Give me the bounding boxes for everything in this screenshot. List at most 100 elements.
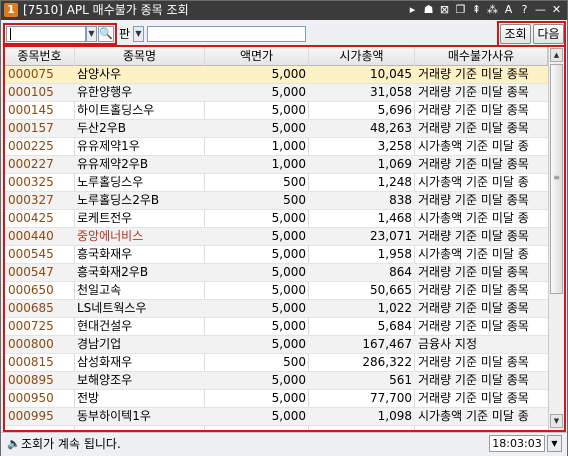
settings-icon[interactable]: ⁂	[486, 2, 499, 18]
link-icon[interactable]: ⇞	[470, 2, 483, 18]
table-row[interactable]: 000225 유유제약1우 1,000 3,258 시가총액 기준 미달 종	[5, 138, 548, 156]
cell-code: 000327	[8, 193, 54, 207]
cell-code: 000725	[8, 319, 54, 333]
table-row[interactable]: 000440 중앙에너비스 5,000 23,071 거래량 기준 미달 종목	[5, 228, 548, 246]
cell-par-value: 5,000	[271, 67, 306, 81]
cell-name: 유한양행우	[77, 85, 133, 99]
cell-reason: 거래량 기준 미달 종목	[418, 301, 529, 315]
table-row[interactable]: 000547 흥국화재2우B 5,000 864 거래량 기준 미달 종목	[5, 264, 548, 282]
column-header-reason[interactable]: 매수불가사유	[415, 47, 548, 65]
stock-name-input[interactable]	[147, 26, 306, 42]
cell-par-value: 5,000	[271, 409, 306, 423]
cell-name: 동부하이텍1우	[77, 409, 151, 423]
help-icon[interactable]: ?	[518, 2, 531, 18]
cell-reason: 시가총액 기준 미달 종	[418, 175, 529, 189]
scroll-up-button[interactable]: ▲	[550, 48, 563, 62]
cell-market-cap: 1,248	[377, 175, 412, 189]
table-row[interactable]: 000327 노루홀딩스2우B 500 838 거래량 기준 미달 종목	[5, 192, 548, 210]
cell-code: 000225	[8, 139, 54, 153]
clock-dropdown-button[interactable]: ▼	[547, 435, 562, 452]
market-label: 판	[119, 27, 131, 41]
cell-market-cap: 1,022	[377, 301, 412, 315]
cell-reason: 거래량 기준 미달 종목	[418, 319, 529, 333]
table-row[interactable]: 000815 삼성화재우 500 286,322 거래량 기준 미달 종목	[5, 354, 548, 372]
cell-name: 전방	[77, 391, 100, 405]
cell-market-cap: 167,467	[362, 337, 412, 351]
cell-name: 경남기업	[77, 337, 122, 351]
chevron-down-icon: ▼	[88, 29, 95, 38]
code-dropdown-button[interactable]: ▼	[86, 26, 97, 42]
table-row[interactable]: 000075 삼양사우 5,000 10,045 거래량 기준 미달 종목	[5, 66, 548, 84]
cell-par-value: 5,000	[271, 211, 306, 225]
cell-reason: 거래량 기준 미달 종목	[418, 373, 529, 387]
close-icon[interactable]: ✕	[550, 2, 563, 18]
column-header-code[interactable]: 종목번호	[5, 47, 75, 65]
cell-code: 000815	[8, 355, 54, 369]
cell-market-cap: 1,958	[377, 247, 412, 261]
cell-market-cap: 1,468	[377, 211, 412, 225]
table-row[interactable]: 000725 현대건설우 5,000 5,684 거래량 기준 미달 종목	[5, 318, 548, 336]
cell-reason: 거래량 기준 미달 종목	[418, 229, 529, 243]
query-button[interactable]: 조회	[500, 24, 531, 44]
cell-reason: 금융사 지정	[418, 337, 478, 351]
table-row[interactable]: 000325 노루홀딩스우 500 1,248 시가총액 기준 미달 종	[5, 174, 548, 192]
grip-icon: ≡	[553, 173, 560, 182]
table-row[interactable]: 000650 천일고속 5,000 50,665 거래량 기준 미달 종목	[5, 282, 548, 300]
search-button[interactable]: 🔍	[98, 26, 114, 42]
cell-par-value: 5,000	[271, 337, 306, 351]
cell-market-cap: 864	[389, 265, 412, 279]
cell-par-value: 5,000	[271, 391, 306, 405]
table-row[interactable]: 000157 두산2우B 5,000 48,263 거래량 기준 미달 종목	[5, 120, 548, 138]
cell-reason: 거래량 기준 미달 종목	[418, 193, 529, 207]
arrow-icon[interactable]: ▸	[406, 2, 419, 18]
next-button[interactable]: 다음	[533, 24, 564, 44]
cell-reason: 거래량 기준 미달 종목	[418, 85, 529, 99]
app-window: 1 [7510] APL 매수불가 종목 조회 ▸ ☗ ⊠ ❐ ⇞ ⁂ A ? …	[0, 0, 568, 456]
cell-code: 000075	[8, 67, 54, 81]
text-caret	[10, 28, 11, 40]
cell-par-value: 5,000	[271, 373, 306, 387]
cell-name: 흥국화재2우B	[77, 265, 149, 279]
font-size-icon[interactable]: A	[502, 2, 515, 18]
column-header-par-value[interactable]: 액면가	[205, 47, 309, 65]
table-row[interactable]: 000800 경남기업 5,000 167,467 금융사 지정	[5, 336, 548, 354]
cell-market-cap: 10,045	[370, 67, 412, 81]
table-row[interactable]: 000895 보해양조우 5,000 561 거래량 기준 미달 종목	[5, 372, 548, 390]
cell-code: 000145	[8, 103, 54, 117]
table-row[interactable]: 000950 전방 5,000 77,700 거래량 기준 미달 종목	[5, 390, 548, 408]
cell-code: 000105	[8, 85, 54, 99]
cell-market-cap: 3,258	[377, 139, 412, 153]
cell-name: 흥국화재우	[77, 247, 133, 261]
stock-code-input[interactable]	[6, 26, 86, 42]
cell-name: 삼양사우	[77, 67, 122, 81]
table-row[interactable]: 000685 LS네트웍스우 5,000 1,022 거래량 기준 미달 종목	[5, 300, 548, 318]
copy-icon[interactable]: ❐	[454, 2, 467, 18]
scroll-down-button[interactable]: ▼	[550, 414, 563, 428]
vertical-scrollbar[interactable]: ▲ ≡ ▼	[548, 47, 564, 430]
market-dropdown-button[interactable]: ▼	[133, 26, 144, 42]
cell-code: 000950	[8, 391, 54, 405]
table-row[interactable]: 000545 흥국화재우 5,000 1,958 시가총액 기준 미달 종	[5, 246, 548, 264]
speaker-icon: 🔈	[7, 437, 21, 450]
cell-market-cap: 31,058	[370, 85, 412, 99]
column-header-market-cap[interactable]: 시가총액	[309, 47, 415, 65]
cell-par-value: 5,000	[271, 319, 306, 333]
table-row[interactable]: 000425 로케트전우 5,000 1,468 시가총액 기준 미달 종	[5, 210, 548, 228]
table-row[interactable]: 000995 동부하이텍1우 5,000 1,098 시가총액 기준 미달 종	[5, 408, 548, 426]
column-header-name[interactable]: 종목명	[75, 47, 205, 65]
cell-par-value: 5,000	[271, 121, 306, 135]
scroll-thumb[interactable]: ≡	[550, 64, 563, 294]
cell-name: 삼성화재우	[77, 355, 133, 369]
screen-icon[interactable]: ⊠	[438, 2, 451, 18]
cell-code: 000800	[8, 337, 54, 351]
cell-reason: 시가총액 기준 미달 종	[418, 247, 529, 261]
table-row[interactable]: 000145 하이트홀딩스우 5,000 5,696 거래량 기준 미달 종목	[5, 102, 548, 120]
cell-market-cap: 5,696	[377, 103, 412, 117]
minimize-icon[interactable]: —	[534, 2, 547, 18]
table-row[interactable]: 000227 유유제약2우B 1,000 1,069 거래량 기준 미달 종목	[5, 156, 548, 174]
cell-name: 하이트홀딩스우	[77, 103, 155, 117]
cell-code: 000325	[8, 175, 54, 189]
cell-market-cap: 1,069	[377, 157, 412, 171]
pin-icon[interactable]: ☗	[422, 2, 435, 18]
table-row[interactable]: 000105 유한양행우 5,000 31,058 거래량 기준 미달 종목	[5, 84, 548, 102]
